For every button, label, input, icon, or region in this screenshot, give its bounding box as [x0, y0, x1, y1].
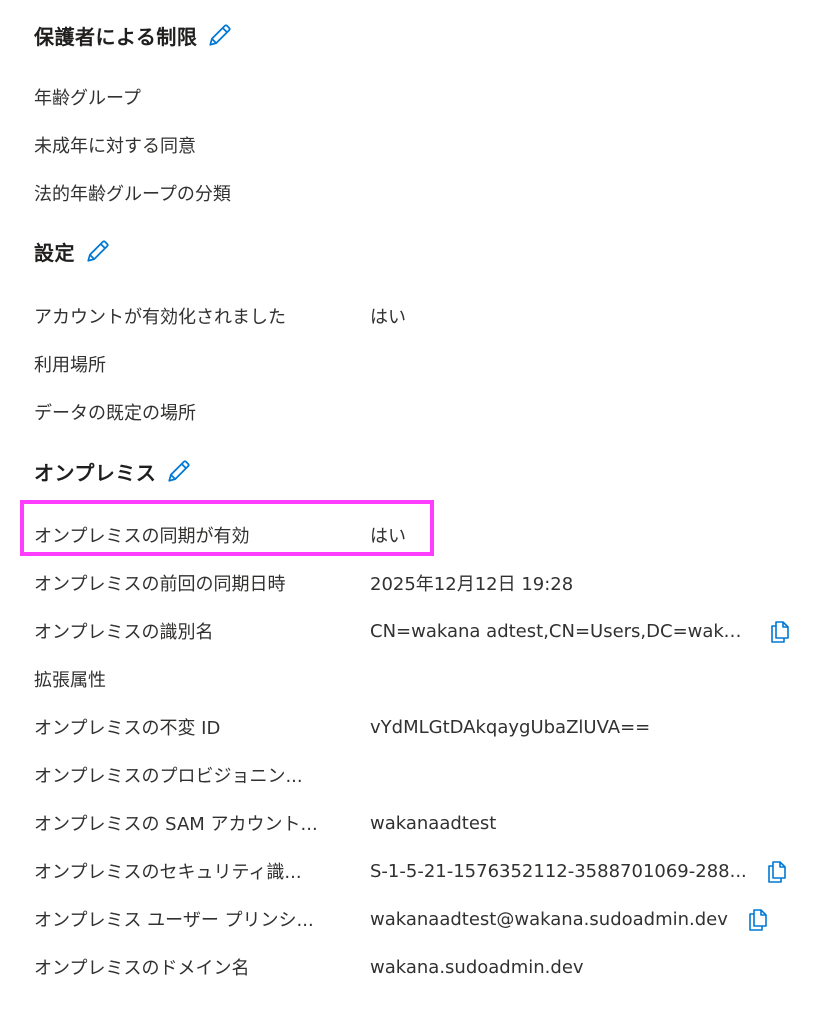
row-onprem-upn: オンプレミス ユーザー プリンシ... wakanaadtest@wakana.… [34, 903, 826, 935]
copy-button[interactable] [763, 857, 791, 885]
field-label: データの既定の場所 [34, 403, 196, 424]
pencil-icon [87, 240, 109, 262]
row-onprem-domain-name: オンプレミスのドメイン名 wakana.sudoadmin.dev [34, 951, 826, 983]
field-label: オンプレミスのドメイン名 [34, 958, 250, 979]
field-value: vYdMLGtDAkqaygUbaZlUVA== [370, 716, 651, 738]
field-label: 利用場所 [34, 355, 106, 376]
section-title: 保護者による制限 [34, 24, 198, 49]
pencil-icon [168, 460, 191, 482]
section-parental-header: 保護者による制限 [34, 20, 235, 50]
section-onprem-header: オンプレミス [34, 456, 194, 486]
row-onprem-distinguished-name: オンプレミスの識別名 CN=wakana adtest,CN=Users,DC=… [34, 615, 826, 647]
row-onprem-last-sync: オンプレミスの前回の同期日時 2025年12月12日 19:28 [34, 567, 826, 599]
row-usage-location: 利用場所 [34, 348, 826, 380]
pencil-icon [209, 24, 232, 46]
edit-onprem-button[interactable] [164, 456, 194, 486]
field-value: wakanaadtest [370, 812, 497, 834]
field-value: はい [370, 526, 406, 547]
field-label: 法的年齢グループの分類 [34, 184, 231, 205]
field-value: 2025年12月12日 19:28 [370, 574, 574, 595]
field-label: オンプレミスの識別名 [34, 622, 214, 643]
field-label: オンプレミスの SAM アカウント... [34, 814, 318, 835]
section-title: オンプレミス [34, 460, 157, 485]
section-settings-header: 設定 [34, 236, 113, 266]
copy-icon [771, 621, 789, 643]
field-label: 年齢グループ [34, 88, 141, 109]
field-label: オンプレミス ユーザー プリンシ... [34, 910, 314, 931]
field-label: オンプレミスの不変 ID [34, 718, 221, 739]
copy-button[interactable] [744, 905, 772, 933]
row-onprem-sync-enabled: オンプレミスの同期が有効 はい [34, 519, 826, 551]
copy-button[interactable] [766, 617, 794, 645]
edit-parental-button[interactable] [205, 20, 235, 50]
row-onprem-sam-account: オンプレミスの SAM アカウント... wakanaadtest [34, 807, 826, 839]
field-value: wakanaadtest@wakana.sudoadmin.dev [370, 908, 728, 930]
row-onprem-provisioning: オンプレミスのプロビジョニン... [34, 759, 826, 791]
edit-settings-button[interactable] [83, 236, 113, 266]
field-value: S-1-5-21-1576352112-3588701069-288... [370, 860, 747, 882]
field-label: 拡張属性 [34, 670, 106, 691]
field-label: オンプレミスの前回の同期日時 [34, 574, 286, 595]
row-age-group: 年齢グループ [34, 81, 826, 113]
row-onprem-immutable-id: オンプレミスの不変 ID vYdMLGtDAkqaygUbaZlUVA== [34, 711, 826, 743]
row-legal-age-group: 法的年齢グループの分類 [34, 177, 826, 209]
field-label: オンプレミスのセキュリティ識... [34, 862, 302, 883]
field-label: 未成年に対する同意 [34, 136, 196, 157]
section-title: 設定 [34, 240, 75, 265]
field-value: wakana.sudoadmin.dev [370, 956, 584, 978]
field-value: CN=wakana adtest,CN=Users,DC=waka... [370, 620, 750, 642]
copy-icon [749, 909, 767, 931]
field-label: オンプレミスの同期が有効 [34, 526, 250, 547]
row-extension-attributes[interactable]: 拡張属性 [34, 663, 826, 695]
row-onprem-security-identifier: オンプレミスのセキュリティ識... S-1-5-21-1576352112-35… [34, 855, 826, 887]
copy-icon [767, 861, 786, 883]
row-minor-consent: 未成年に対する同意 [34, 129, 826, 161]
field-value: はい [370, 307, 406, 328]
field-label: オンプレミスのプロビジョニン... [34, 766, 303, 787]
row-data-location: データの既定の場所 [34, 396, 826, 428]
field-label: アカウントが有効化されました [34, 307, 286, 328]
row-account-enabled: アカウントが有効化されました はい [34, 300, 826, 332]
